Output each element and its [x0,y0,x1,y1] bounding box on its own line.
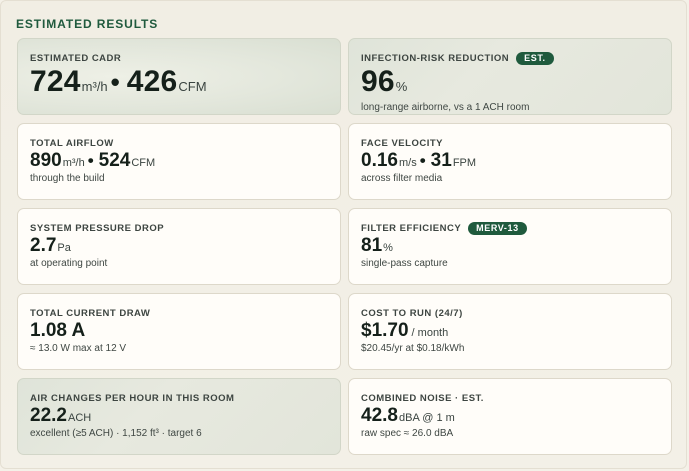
card-label: TOTAL AIRFLOW [30,137,114,149]
estimated-results-panel: ESTIMATED RESULTS ESTIMATED CADR 724 m³/… [0,0,687,469]
card-filter-efficiency: FILTER EFFICIENCY MERV-13 81 % single-pa… [348,208,672,285]
card-subtext: at operating point [30,258,108,269]
card-subtext: excellent (≥5 ACH) · 1,152 ft³ · target … [30,428,202,439]
card-system-pressure-drop: SYSTEM PRESSURE DROP 2.7 Pa at operating… [17,208,341,285]
velocity-imperial-value: 31 [430,150,452,171]
card-label: FACE VELOCITY [361,137,443,149]
cadr-imperial-value: 426 [126,65,178,98]
pressure-value: 2.7 [30,235,57,256]
card-subtext: $20.45/yr at $0.18/kWh [361,343,465,354]
cadr-imperial-unit: CFM [178,79,207,94]
card-total-current-draw: TOTAL CURRENT DRAW 1.08 A ≈ 13.0 W max a… [17,293,341,370]
card-total-airflow: TOTAL AIRFLOW 890 m³/h • 524 CFM through… [17,123,341,200]
ach-value: 22.2 [30,405,67,426]
airflow-metric-unit: m³/h [62,157,85,169]
efficiency-unit: % [383,242,393,254]
card-subtext: across filter media [361,173,443,184]
velocity-metric-value: 0.16 [361,150,398,171]
current-value: 1.08 A [30,320,86,341]
card-infection-risk-reduction: INFECTION-RISK REDUCTION EST. 96 % long-… [348,38,672,115]
estimate-badge: EST. [516,51,554,65]
merv-badge: MERV-13 [468,221,527,235]
card-face-velocity: FACE VELOCITY 0.16 m/s • 31 FPM across f… [348,123,672,200]
section-title: ESTIMATED RESULTS [16,17,159,31]
cost-value: $1.70 [361,320,409,341]
efficiency-value: 81 [361,235,383,256]
card-label: INFECTION-RISK REDUCTION [361,52,510,64]
ach-unit: ACH [67,412,92,424]
card-subtext: long-range airborne, vs a 1 ACH room [361,102,530,113]
card-label: FILTER EFFICIENCY [361,222,462,234]
airflow-metric-value: 890 [30,150,62,171]
pressure-unit: Pa [57,242,71,254]
risk-reduction-unit: % [395,79,408,94]
card-label: TOTAL CURRENT DRAW [30,307,151,319]
card-label: COST TO RUN (24/7) [361,307,463,319]
card-cost-to-run: COST TO RUN (24/7) $1.70 / month $20.45/… [348,293,672,370]
card-subtext: through the build [30,173,105,184]
velocity-metric-unit: m/s [398,157,417,169]
card-subtext: single-pass capture [361,258,448,269]
velocity-imperial-unit: FPM [452,157,477,169]
noise-unit: dBA @ 1 m [398,412,455,424]
risk-reduction-value: 96 [361,65,395,98]
noise-value: 42.8 [361,405,398,426]
card-label: AIR CHANGES PER HOUR IN THIS ROOM [30,392,235,404]
value-separator: • [110,67,120,97]
results-grid: ESTIMATED CADR 724 m³/h • 426 CFM INFECT… [17,38,672,455]
card-combined-noise: COMBINED NOISE · EST. 42.8 dBA @ 1 m raw… [348,378,672,455]
card-label: ESTIMATED CADR [30,52,122,64]
airflow-imperial-value: 524 [98,150,131,171]
card-estimated-cadr: ESTIMATED CADR 724 m³/h • 426 CFM [17,38,341,115]
value-separator: • [87,151,94,170]
cost-unit: / month [411,327,449,339]
airflow-imperial-unit: CFM [131,157,156,169]
value-separator: • [419,151,426,170]
cadr-metric-unit: m³/h [81,79,108,94]
card-label: SYSTEM PRESSURE DROP [30,222,165,234]
card-subtext: raw spec ≈ 26.0 dBA [361,428,454,439]
cadr-metric-value: 724 [30,65,81,98]
card-air-changes-per-hour: AIR CHANGES PER HOUR IN THIS ROOM 22.2 A… [17,378,341,455]
card-label: COMBINED NOISE · EST. [361,392,484,404]
card-subtext: ≈ 13.0 W max at 12 V [30,343,127,354]
